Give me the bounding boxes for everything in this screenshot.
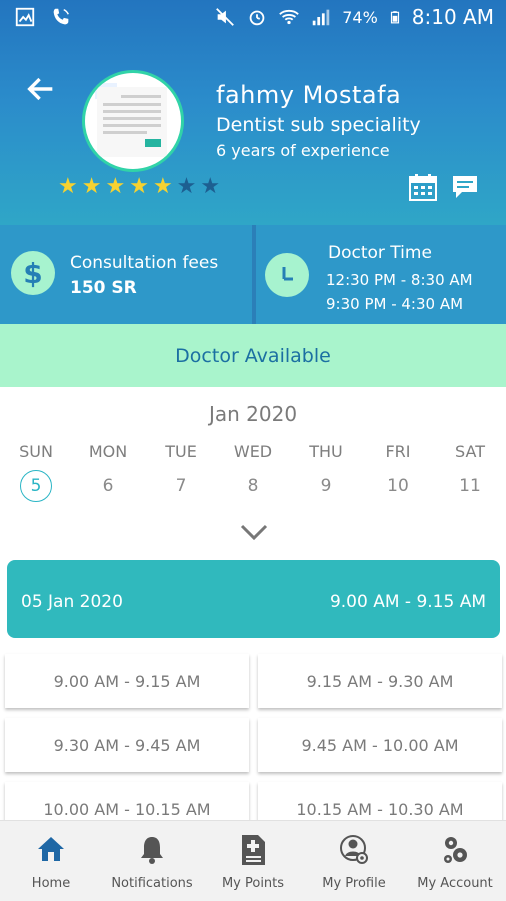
- doctor-name: fahmy Mostafa: [216, 81, 402, 109]
- phone-call-icon: [53, 8, 69, 25]
- date-row: 5 6 7 8 9 10 11: [0, 470, 506, 502]
- weekday-label: FRI: [385, 442, 411, 461]
- doctor-time-slot-1: 12:30 PM - 8:30 AM: [326, 271, 473, 289]
- weekday-row: SUN MON TUE WED THU FRI SAT: [0, 442, 506, 462]
- clock: 8:10 AM: [411, 5, 494, 29]
- battery-percent: 74%: [342, 7, 378, 27]
- nav-notifications[interactable]: Notifications: [102, 821, 202, 901]
- calendar-date-selected[interactable]: 5: [20, 470, 52, 502]
- nav-my-points[interactable]: My Points: [203, 821, 303, 901]
- bell-icon: [141, 837, 163, 864]
- alarm-icon: [249, 10, 265, 26]
- weekday-label: MON: [88, 442, 128, 461]
- nav-label: Home: [31, 876, 71, 891]
- doctor-specialty: Dentist sub speciality: [216, 114, 421, 136]
- calendar-date[interactable]: 7: [165, 470, 197, 502]
- rating-stars: ★ ★ ★ ★ ★ ★ ★: [58, 176, 220, 198]
- home-icon: [38, 837, 64, 861]
- mute-icon: [216, 8, 235, 26]
- calendar-date[interactable]: 6: [92, 470, 124, 502]
- weekday-label: THU: [309, 442, 343, 461]
- nav-my-account[interactable]: My Account: [405, 821, 505, 901]
- chat-icon[interactable]: [450, 173, 480, 201]
- doctor-time-slot-2: 9:30 PM - 4:30 AM: [326, 295, 464, 313]
- availability-banner: Doctor Available: [0, 324, 506, 387]
- star-empty-icon: ★: [176, 174, 197, 199]
- profile-gear-icon: [340, 835, 368, 864]
- calendar-date[interactable]: 8: [237, 470, 269, 502]
- gears-icon: [444, 837, 467, 863]
- selected-appointment[interactable]: 05 Jan 2020 9.00 AM - 9.15 AM: [7, 560, 500, 638]
- chevron-down-icon[interactable]: [239, 520, 269, 544]
- nav-my-profile[interactable]: My Profile: [304, 821, 404, 901]
- nav-label: My Profile: [322, 876, 386, 891]
- selected-time: 9.00 AM - 9.15 AM: [329, 592, 486, 612]
- weekday-label: WED: [233, 442, 273, 461]
- star-icon: ★: [129, 174, 149, 199]
- image-icon: [15, 7, 35, 27]
- time-slot[interactable]: 9.45 AM - 10.00 AM: [258, 718, 502, 772]
- clock-icon: [265, 253, 309, 297]
- dollar-icon: $: [11, 251, 55, 295]
- star-icon: ★: [105, 174, 126, 199]
- consultation-fees-value: 150 SR: [70, 278, 137, 298]
- time-slot[interactable]: 9.00 AM - 9.15 AM: [5, 654, 249, 708]
- bottom-navigation: Home Notifications My Points My Profile: [0, 820, 506, 901]
- star-icon: ★: [81, 174, 102, 199]
- nav-label: Notifications: [111, 876, 193, 891]
- star-icon: ★: [58, 174, 78, 199]
- weekday-label: SAT: [455, 442, 485, 461]
- signal-icon: [312, 9, 330, 26]
- document-plus-icon: [242, 835, 265, 865]
- doctor-avatar: [82, 70, 184, 172]
- consultation-fees-label: Consultation fees: [70, 253, 219, 273]
- battery-icon: [390, 11, 399, 24]
- time-slot-grid: 9.00 AM - 9.15 AM 9.15 AM - 9.30 AM 9.30…: [0, 652, 506, 832]
- time-slot[interactable]: 9.30 AM - 9.45 AM: [5, 718, 249, 772]
- calendar-date[interactable]: 11: [454, 470, 486, 502]
- nav-home[interactable]: Home: [1, 821, 101, 901]
- doctor-experience: 6 years of experience: [216, 141, 390, 160]
- nav-label: My Points: [221, 876, 285, 891]
- calendar-date[interactable]: 9: [310, 470, 342, 502]
- star-empty-icon: ★: [200, 174, 221, 199]
- weekday-label: SUN: [19, 442, 53, 461]
- time-slot[interactable]: 9.15 AM - 9.30 AM: [258, 654, 502, 708]
- selected-date: 05 Jan 2020: [21, 592, 123, 612]
- star-icon: ★: [152, 174, 173, 199]
- doctor-time-label: Doctor Time: [328, 243, 432, 263]
- nav-label: My Account: [417, 876, 493, 891]
- calendar-icon[interactable]: [408, 172, 438, 202]
- wifi-icon: [279, 9, 300, 25]
- calendar-date[interactable]: 10: [382, 470, 414, 502]
- weekday-label: TUE: [165, 442, 197, 461]
- calendar-month: Jan 2020: [208, 402, 298, 426]
- status-bar: 74% 8:10 AM: [0, 0, 506, 36]
- back-arrow-icon[interactable]: [24, 72, 58, 106]
